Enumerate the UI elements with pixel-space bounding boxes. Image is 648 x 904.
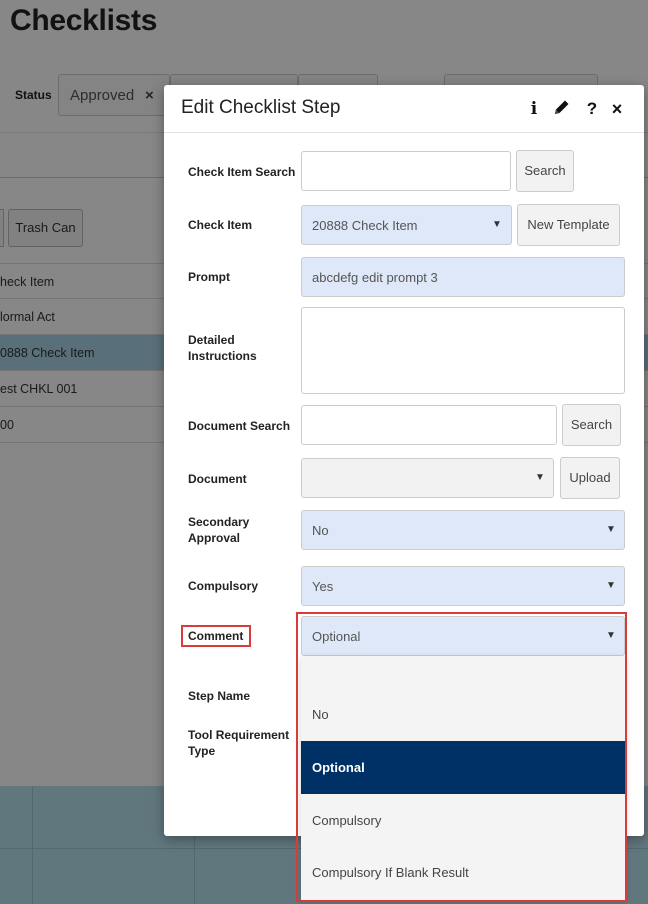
help-icon[interactable]: ? — [582, 98, 602, 120]
secondary-approval-select[interactable]: No ▼ — [301, 510, 625, 550]
prompt-input[interactable]: abcdefg edit prompt 3 — [301, 257, 625, 297]
check-item-select[interactable]: 20888 Check Item ▼ — [301, 205, 512, 245]
compulsory-value: Yes — [312, 578, 334, 594]
chevron-down-icon: ▼ — [535, 472, 545, 483]
check-item-label: Check Item — [188, 218, 253, 232]
pencil-icon[interactable] — [552, 98, 572, 120]
document-select[interactable]: ▼ — [301, 458, 554, 498]
comment-label-highlight — [181, 625, 251, 647]
detailed-instructions-textarea[interactable] — [301, 307, 625, 394]
info-icon[interactable]: i — [524, 98, 544, 120]
compulsory-label: Compulsory — [188, 579, 259, 593]
check-item-search-button[interactable]: Search — [516, 150, 574, 192]
secondary-approval-label: Secondary Approval — [188, 515, 250, 545]
check-item-search-label: Check Item Search — [188, 165, 296, 179]
new-template-button[interactable]: New Template — [517, 204, 620, 246]
compulsory-select[interactable]: Yes ▼ — [301, 566, 625, 606]
secondary-approval-value: No — [312, 522, 329, 538]
tool-requirement-type-label: Tool Requirement Type — [188, 728, 290, 758]
document-search-label: Document Search — [188, 419, 291, 433]
comment-dropdown-highlight — [296, 612, 627, 902]
document-label: Document — [188, 472, 247, 486]
prompt-label: Prompt — [188, 270, 230, 284]
document-search-button[interactable]: Search — [562, 404, 621, 446]
dialog-header: Edit Checklist Step i ? × — [164, 85, 644, 133]
document-search-input[interactable] — [301, 405, 557, 445]
dialog-title: Edit Checklist Step — [181, 97, 341, 118]
step-name-label: Step Name — [188, 689, 251, 703]
check-item-value: 20888 Check Item — [312, 217, 418, 233]
chevron-down-icon: ▼ — [606, 580, 616, 591]
detailed-instructions-label: Detailed Instructions — [188, 333, 257, 363]
chevron-down-icon: ▼ — [606, 524, 616, 535]
close-icon[interactable]: × — [607, 98, 627, 120]
chevron-down-icon: ▼ — [492, 219, 502, 230]
upload-button[interactable]: Upload — [560, 457, 620, 499]
check-item-search-input[interactable] — [301, 151, 511, 191]
